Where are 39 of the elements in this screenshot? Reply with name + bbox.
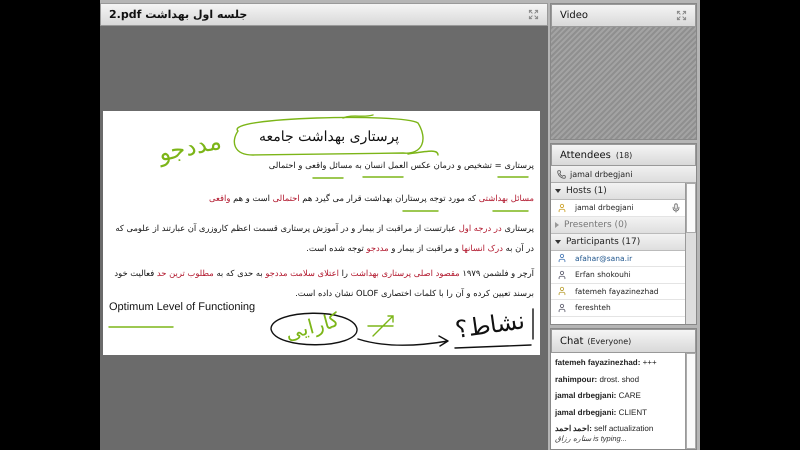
slide-paragraph: پرستاری در درجه اول عبارتست از مراقبت از بیمار و در آموزش پرستاری قسمت اعظم کاروزری آن عبارتند از علومی که در آن به درک انسانها و مراقبت از بیمار و مددجو توجه شده است.: [114, 222, 534, 255]
chat-message: jamal drbegjani: CARE: [555, 390, 642, 402]
slide-title: پرستاری بهداشت جامعه: [259, 129, 400, 145]
caller-row[interactable]: jamal drbegjani: [551, 166, 696, 183]
group-label: Presenters (0): [564, 220, 628, 230]
video-title: Video: [560, 10, 588, 21]
collapsed-caret-icon: [555, 222, 559, 228]
fullscreen-icon[interactable]: [676, 10, 687, 21]
expanded-caret-icon: [555, 240, 561, 244]
group-label: Participants (17): [566, 236, 640, 246]
scrollbar[interactable]: [685, 183, 696, 324]
user-icon: [557, 302, 567, 313]
user-icon: [557, 286, 567, 296]
group-header[interactable]: Presenters (0): [551, 216, 685, 234]
phone-icon: [557, 170, 566, 178]
handwritten-note: کارایی: [282, 307, 342, 345]
user-icon: [557, 270, 567, 280]
attendees-title: Attendees: [560, 150, 611, 160]
group-header[interactable]: Participants (17): [551, 234, 685, 250]
expanded-caret-icon: [555, 189, 561, 193]
document-title: 2.pdf جلسه اول بهداشت: [109, 8, 248, 21]
user-icon: [557, 253, 567, 264]
chat-message: fatemeh fayazinezhad: +++: [555, 357, 658, 369]
slide-paragraph: مسائل بهداشتی که مورد توجه پرستاران بهداشت قرار می گیرد هم احتمالی است و هم واقعی: [208, 192, 534, 205]
chat-message: jamal drbegjani: CLIENT: [555, 406, 648, 419]
user-icon: [557, 202, 567, 213]
group-header[interactable]: Hosts (1): [551, 183, 685, 200]
slide-paragraph: آرچر و فلشمن ۱۹۷۹ مقصود اصلی پرستاری بهداشت را اعتلای سلامت مددجو به حدی که به مطلوب ترین حد فعالیت خود برسند تعیین کرده و آن را با کلمات اختصاری OLOF نشان داده است.: [113, 267, 534, 300]
attendee-count: (18): [616, 150, 632, 160]
handwritten-note: مددجو: [156, 126, 224, 168]
chat-title: Chat: [560, 336, 584, 346]
group-label: Hosts (1): [566, 186, 607, 196]
scroll-thumb[interactable]: [686, 183, 696, 233]
handwritten-note: نشاط؟: [453, 306, 527, 344]
chat-message: rahimpour: drost. shod: [555, 374, 640, 386]
fullscreen-icon[interactable]: [528, 9, 539, 20]
chat-scope: (Everyone): [587, 336, 632, 346]
microphone-icon: [671, 202, 681, 213]
slide-paragraph: Optimum Level of Functioning: [109, 300, 256, 315]
